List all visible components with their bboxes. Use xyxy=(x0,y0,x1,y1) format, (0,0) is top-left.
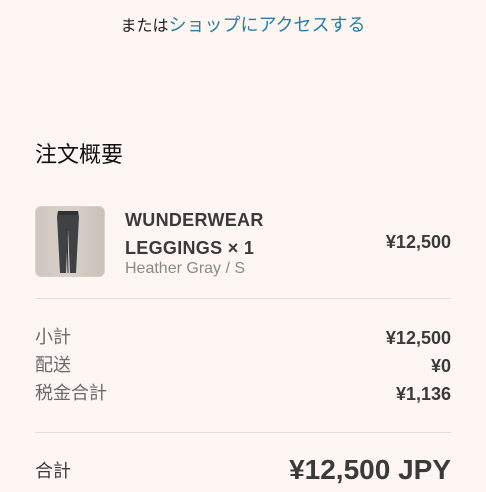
shipping-row: 配送 ¥0 xyxy=(35,352,451,380)
total-value: ¥12,500 JPY xyxy=(289,454,451,485)
tax-row: 税金合計 ¥1,136 xyxy=(35,380,451,408)
subtotal-label: 小計 xyxy=(35,327,71,348)
shipping-label: 配送 xyxy=(35,355,71,376)
product-thumbnail xyxy=(35,206,105,277)
order-summary-title: 注文概要 xyxy=(35,143,124,168)
divider xyxy=(35,432,451,433)
total-label: 合計 xyxy=(35,461,71,482)
line-item: WUNDERWEAR LEGGINGS × 1 Heather Gray / S… xyxy=(35,206,451,280)
leggings-image xyxy=(57,211,79,274)
access-shop-line: またはショップにアクセスする xyxy=(0,14,486,38)
tax-label: 税金合計 xyxy=(35,383,107,404)
product-variant: Heather Gray / S xyxy=(125,260,246,277)
product-name-line1: WUNDERWEAR xyxy=(125,210,264,230)
subtotal-value: ¥12,500 xyxy=(385,328,451,348)
access-shop-link[interactable]: ショップにアクセスする xyxy=(168,15,365,36)
divider xyxy=(35,298,451,299)
product-name: WUNDERWEAR LEGGINGS × 1 xyxy=(125,206,264,262)
product-price: ¥12,500 xyxy=(385,232,451,252)
or-text: または xyxy=(120,16,169,35)
shipping-value: ¥0 xyxy=(430,356,451,376)
tax-value: ¥1,136 xyxy=(395,384,451,404)
subtotal-row: 小計 ¥12,500 xyxy=(35,324,451,352)
total-row: 合計 ¥12,500 JPY xyxy=(35,452,451,492)
